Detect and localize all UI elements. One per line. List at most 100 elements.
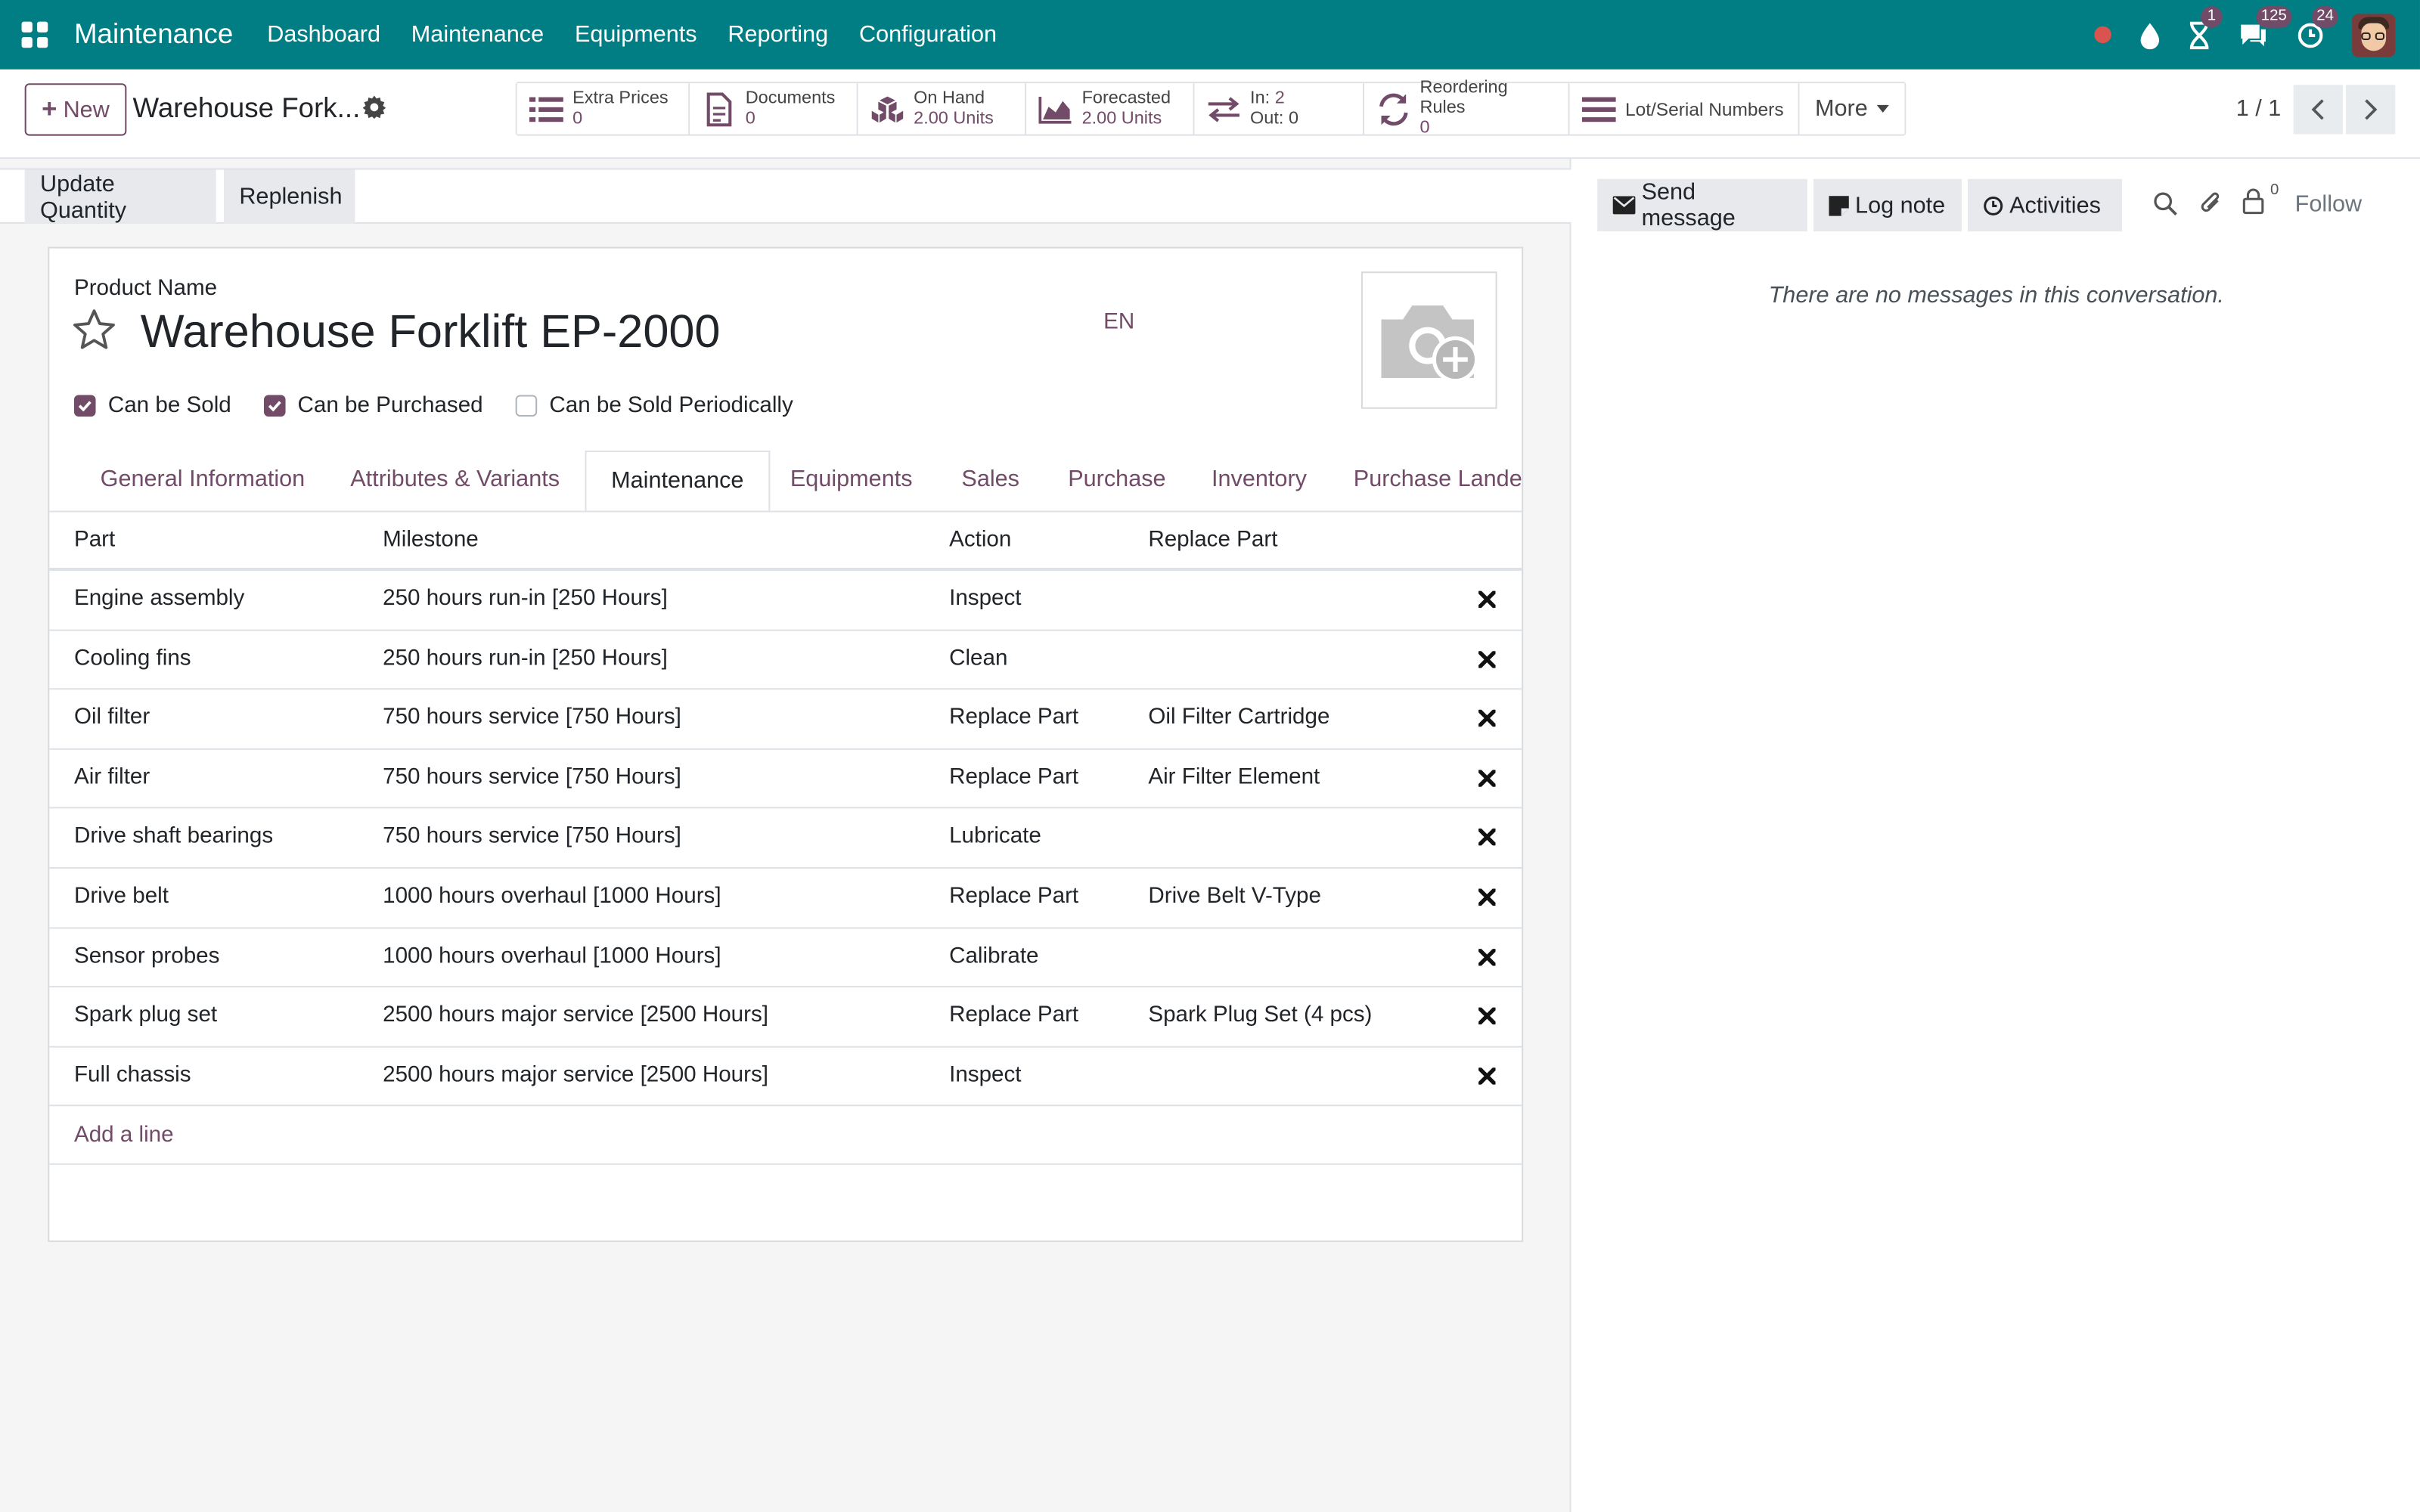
smart-button-reordering-rules[interactable]: Reordering Rules 0 [1364, 79, 1570, 138]
menu-configuration[interactable]: Configuration [844, 22, 1013, 48]
language-selector[interactable]: EN [1103, 310, 1134, 335]
cell-milestone[interactable]: 2500 hours major service [2500 Hours] [383, 987, 768, 1045]
send-message-button[interactable]: Send message [1597, 178, 1807, 232]
smart-button-forecasted[interactable]: Forecasted 2.00 Units [1026, 83, 1195, 135]
smart-button-extra-prices[interactable]: Extra Prices 0 [517, 83, 690, 135]
recording-indicator[interactable] [2094, 20, 2111, 51]
column-header-replace-part[interactable]: Replace Part [1148, 513, 1277, 570]
column-header-part[interactable]: Part [74, 513, 115, 570]
log-note-button[interactable]: Log note [1813, 178, 1962, 232]
cell-action[interactable]: Inspect [949, 571, 1021, 628]
cell-action[interactable]: Lubricate [949, 809, 1041, 866]
clock-menu[interactable]: 24 [2297, 5, 2339, 51]
cell-milestone[interactable]: 250 hours run-in [250 Hours] [383, 631, 668, 688]
can-be-sold-periodically-checkbox[interactable]: Can be Sold Periodically [515, 393, 793, 418]
new-button[interactable]: + New [24, 83, 127, 136]
table-row[interactable]: Oil filter 750 hours service [750 Hours] R… [49, 690, 1522, 750]
smart-button-on-hand[interactable]: On Hand 2.00 Units [858, 83, 1027, 135]
menu-maintenance[interactable]: Maintenance [396, 22, 559, 48]
delete-row-icon[interactable] [1478, 708, 1497, 733]
tab-maintenance[interactable]: Maintenance [585, 450, 771, 511]
delete-row-icon[interactable] [1478, 947, 1497, 971]
table-row[interactable]: Cooling fins 250 hours run-in [250 Hours]… [49, 631, 1522, 690]
table-row[interactable]: Drive belt 1000 hours overhaul [1000 Hour… [49, 869, 1522, 928]
tab-sales[interactable]: Sales [937, 451, 1044, 511]
menu-reporting[interactable]: Reporting [712, 22, 844, 48]
tab-inventory[interactable]: Inventory [1187, 451, 1331, 511]
replenish-button[interactable]: Replenish [223, 169, 355, 224]
activity-menu[interactable]: 1 [2189, 5, 2223, 51]
table-row[interactable]: Engine assembly 250 hours run-in [250 Hou… [49, 571, 1522, 631]
drop-icon[interactable] [2139, 20, 2161, 51]
app-brand[interactable]: Maintenance [74, 18, 233, 51]
tab-purchase-landed-costs[interactable]: Purchase Landed Costs [1329, 451, 1522, 511]
delete-row-icon[interactable] [1478, 1006, 1497, 1031]
cell-replace-part[interactable]: Drive Belt V-Type [1148, 869, 1321, 926]
cell-replace-part[interactable]: Oil Filter Cartridge [1148, 690, 1329, 748]
pager-value[interactable]: 1 / 1 [2236, 96, 2282, 122]
follow-button[interactable]: Follow [2295, 191, 2362, 218]
product-image-upload[interactable] [1360, 271, 1497, 409]
activities-button[interactable]: Activities [1968, 178, 2123, 232]
can-be-purchased-checkbox[interactable]: Can be Purchased [263, 393, 483, 418]
delete-row-icon[interactable] [1478, 1066, 1497, 1091]
cell-part[interactable]: Air filter [74, 749, 150, 807]
followers-button[interactable]: 0 [2242, 182, 2279, 221]
cell-part[interactable]: Drive shaft bearings [74, 809, 273, 866]
can-be-sold-checkbox[interactable]: Can be Sold [73, 393, 231, 418]
cell-part[interactable]: Oil filter [74, 690, 150, 748]
cell-milestone[interactable]: 750 hours service [750 Hours] [383, 749, 681, 807]
paperclip-icon[interactable] [2199, 191, 2224, 224]
delete-row-icon[interactable] [1478, 887, 1497, 912]
table-row[interactable]: Sensor probes 1000 hours overhaul [1000 H… [49, 928, 1522, 988]
pager-next-button[interactable] [2346, 85, 2396, 135]
table-row[interactable]: Air filter 750 hours service [750 Hours] R… [49, 749, 1522, 810]
cell-action[interactable]: Calibrate [949, 928, 1038, 986]
cell-replace-part[interactable]: Air Filter Element [1148, 749, 1320, 807]
more-dropdown[interactable]: More [1799, 83, 1905, 135]
add-line-link[interactable]: Add a line [74, 1107, 174, 1166]
tab-attributes-variants[interactable]: Attributes & Variants [326, 451, 585, 511]
cell-milestone[interactable]: 1000 hours overhaul [1000 Hours] [383, 869, 721, 926]
cell-milestone[interactable]: 250 hours run-in [250 Hours] [383, 571, 668, 628]
cell-action[interactable]: Replace Part [949, 749, 1078, 807]
apps-menu-icon[interactable] [21, 20, 50, 49]
cell-milestone[interactable]: 750 hours service [750 Hours] [383, 809, 681, 866]
cell-milestone[interactable]: 1000 hours overhaul [1000 Hours] [383, 928, 721, 986]
menu-equipments[interactable]: Equipments [560, 22, 712, 48]
update-quantity-button[interactable]: Update Quantity [24, 169, 216, 224]
cell-part[interactable]: Spark plug set [74, 987, 217, 1045]
favorite-star-icon[interactable] [71, 307, 117, 359]
cell-part[interactable]: Engine assembly [74, 571, 244, 628]
table-row[interactable]: Full chassis 2500 hours major service [25… [49, 1047, 1522, 1107]
delete-row-icon[interactable] [1478, 768, 1497, 793]
messaging-menu[interactable]: 125 [2238, 5, 2291, 51]
delete-row-icon[interactable] [1478, 828, 1497, 853]
cell-part[interactable]: Drive belt [74, 869, 169, 926]
cell-action[interactable]: Replace Part [949, 987, 1078, 1045]
search-icon[interactable] [2153, 191, 2178, 222]
pager-previous-button[interactable] [2293, 85, 2343, 135]
delete-row-icon[interactable] [1478, 590, 1497, 615]
user-avatar[interactable] [2352, 13, 2396, 57]
cell-replace-part[interactable]: Spark Plug Set (4 pcs) [1148, 987, 1372, 1045]
cell-part[interactable]: Cooling fins [74, 631, 191, 688]
gear-icon[interactable] [362, 95, 386, 125]
product-name-input[interactable]: Warehouse Forklift EP-2000 [141, 307, 721, 359]
cell-part[interactable]: Sensor probes [74, 928, 219, 986]
menu-dashboard[interactable]: Dashboard [252, 22, 396, 48]
cell-milestone[interactable]: 2500 hours major service [2500 Hours] [383, 1047, 768, 1105]
cell-milestone[interactable]: 750 hours service [750 Hours] [383, 690, 681, 748]
cell-action[interactable]: Inspect [949, 1047, 1021, 1105]
cell-action[interactable]: Replace Part [949, 869, 1078, 926]
tab-equipments[interactable]: Equipments [765, 451, 937, 511]
cell-part[interactable]: Full chassis [74, 1047, 191, 1105]
cell-action[interactable]: Clean [949, 631, 1007, 688]
tab-purchase[interactable]: Purchase [1044, 451, 1191, 511]
smart-button-in-out[interactable]: In: 2 Out: 0 [1194, 83, 1365, 135]
column-header-action[interactable]: Action [949, 513, 1011, 570]
column-header-milestone[interactable]: Milestone [383, 513, 479, 570]
smart-button-lot-serial[interactable]: Lot/Serial Numbers [1569, 83, 1800, 135]
table-row[interactable]: Drive shaft bearings 750 hours service [7… [49, 809, 1522, 869]
smart-button-documents[interactable]: Documents 0 [690, 83, 858, 135]
